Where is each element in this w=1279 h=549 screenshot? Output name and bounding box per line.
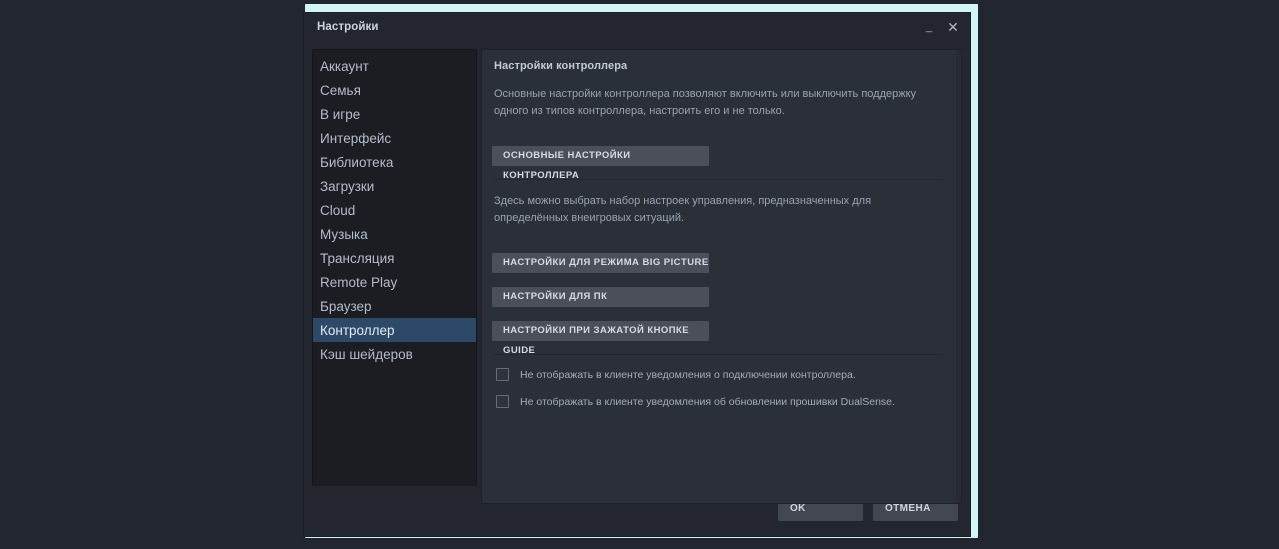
title-bar[interactable]: Настройки _ ✕	[304, 13, 970, 41]
sidebar-item-music[interactable]: Музыка	[313, 222, 476, 246]
sidebar-item-label: Трансляция	[320, 250, 395, 266]
sidebar-item-browser[interactable]: Браузер	[313, 294, 476, 318]
general-controller-settings-button[interactable]: ОСНОВНЫЕ НАСТРОЙКИ КОНТРОЛЛЕРА	[492, 146, 709, 181]
guide-button-config-button[interactable]: НАСТРОЙКИ ПРИ ЗАЖАТОЙ КНОПКЕ GUIDE	[492, 321, 709, 356]
sidebar-item-label: Семья	[320, 82, 361, 98]
sidebar-item-interface[interactable]: Интерфейс	[313, 126, 476, 150]
minimize-icon[interactable]: _	[918, 16, 940, 38]
sidebar-item-label: Библиотека	[320, 154, 394, 170]
sidebar-item-in-game[interactable]: В игре	[313, 102, 476, 126]
sidebar-item-label: Cloud	[320, 202, 356, 218]
sidebar-item-account[interactable]: Аккаунт	[313, 54, 476, 78]
desktop-background: Настройки _ ✕ Аккаунт Семья В игре Интер…	[0, 0, 1279, 549]
sidebar-item-label: Аккаунт	[320, 58, 369, 74]
checkbox-label: Не отображать в клиенте уведомления об о…	[520, 395, 895, 408]
window-body: Аккаунт Семья В игре Интерфейс Библиотек…	[304, 41, 970, 504]
sidebar-item-cloud[interactable]: Cloud	[313, 198, 476, 222]
sidebar-item-label: Загрузки	[320, 178, 375, 194]
checkbox-row-dualsense-firmware-notification[interactable]: Не отображать в клиенте уведомления об о…	[496, 395, 945, 409]
desktop-config-button[interactable]: НАСТРОЙКИ ДЛЯ ПК	[492, 287, 709, 308]
controller-settings-panel: Настройки контроллера Основные настройки…	[481, 49, 962, 504]
sidebar-item-family[interactable]: Семья	[313, 78, 476, 102]
settings-sidebar[interactable]: Аккаунт Семья В игре Интерфейс Библиотек…	[312, 49, 477, 504]
sidebar-item-label: Контроллер	[320, 322, 395, 338]
sidebar-item-label: Remote Play	[320, 274, 398, 290]
sidebar-item-broadcast[interactable]: Трансляция	[313, 246, 476, 270]
sidebar-item-label: Музыка	[320, 226, 368, 242]
checkbox-row-controller-connect-notification[interactable]: Не отображать в клиенте уведомления о по…	[496, 368, 945, 382]
sidebar-item-label: Интерфейс	[320, 130, 392, 146]
checkbox-icon[interactable]	[496, 368, 509, 382]
sidebar-item-controller[interactable]: Контроллер	[313, 318, 476, 342]
big-picture-config-button[interactable]: НАСТРОЙКИ ДЛЯ РЕЖИМА BIG PICTURE	[492, 253, 709, 274]
section-divider	[494, 354, 943, 356]
content-scrollbar[interactable]	[956, 50, 961, 503]
checkbox-icon[interactable]	[496, 395, 509, 409]
close-icon[interactable]: ✕	[942, 16, 964, 38]
controller-description: Основные настройки контроллера позволяют…	[494, 88, 917, 118]
sidebar-item-downloads[interactable]: Загрузки	[313, 174, 476, 198]
sidebar-item-label: Кэш шейдеров	[320, 346, 413, 362]
settings-window: Настройки _ ✕ Аккаунт Семья В игре Интер…	[303, 12, 971, 537]
desktop-config-description: Здесь можно выбрать набор настроек управ…	[494, 195, 872, 225]
sidebar-item-remote-play[interactable]: Remote Play	[313, 270, 476, 294]
sidebar-item-label: В игре	[320, 106, 361, 122]
window-title: Настройки	[317, 21, 379, 33]
sidebar-item-library[interactable]: Библиотека	[313, 150, 476, 174]
checkbox-label: Не отображать в клиенте уведомления о по…	[520, 368, 856, 381]
sidebar-item-shader-cache[interactable]: Кэш шейдеров	[313, 342, 476, 366]
sidebar-item-label: Браузер	[320, 298, 372, 314]
page-title: Настройки контроллера	[494, 60, 628, 72]
titlebar-controls: _ ✕	[918, 16, 964, 38]
